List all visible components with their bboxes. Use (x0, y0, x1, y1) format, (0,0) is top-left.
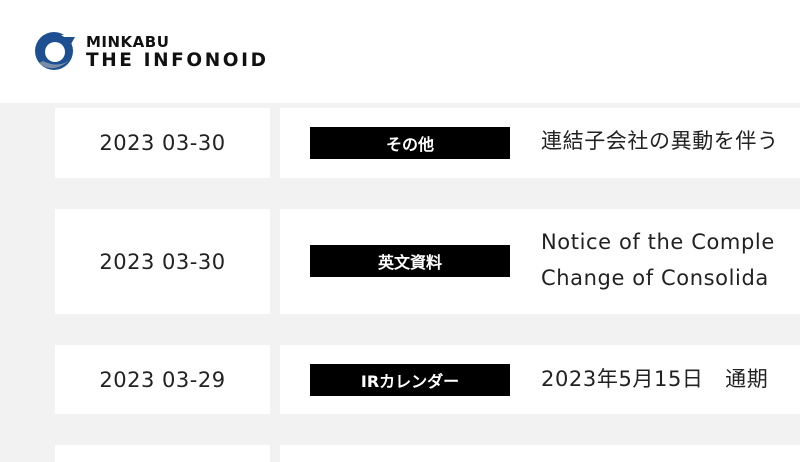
site-header: MINKABU THE INFONOID (0, 0, 800, 103)
news-title-line[interactable]: Change of Consolida (541, 260, 775, 296)
news-date: 2023 03-30 (55, 108, 270, 178)
brand-name-small: MINKABU (86, 33, 170, 51)
news-title[interactable]: Notice of the Comple Change of Consolida (541, 224, 775, 296)
category-tag: 英文資料 (310, 245, 510, 277)
news-title-line[interactable]: 2023年5月15日 通期 (541, 361, 768, 397)
news-row[interactable]: 2023 03-30 英文資料 Notice of the Comple Cha… (0, 209, 800, 314)
news-title-line[interactable]: Notice of the Comple (541, 224, 775, 260)
news-title-line[interactable]: 連結子会社の異動を伴う (541, 123, 779, 159)
category-tag: その他 (310, 127, 510, 159)
news-content[interactable]: その他 連結子会社の異動を伴う (280, 108, 800, 178)
category-tag: IRカレンダー (310, 364, 510, 396)
news-content[interactable]: 英文資料 Notice of the Comple Change of Cons… (280, 209, 800, 314)
brand-name-large[interactable]: THE INFONOID (86, 50, 269, 72)
news-content[interactable]: IRカレンダー 2023年5月15日 通期 (280, 345, 800, 414)
news-content[interactable] (280, 445, 800, 462)
news-row[interactable] (0, 445, 800, 462)
news-title[interactable]: 2023年5月15日 通期 (541, 361, 768, 397)
minkabu-logo-icon[interactable] (33, 31, 77, 71)
news-title[interactable]: 連結子会社の異動を伴う (541, 123, 779, 159)
news-row[interactable]: 2023 03-29 IRカレンダー 2023年5月15日 通期 (0, 345, 800, 414)
news-date: 2023 03-30 (55, 209, 270, 314)
news-date (55, 445, 270, 462)
news-row[interactable]: 2023 03-30 その他 連結子会社の異動を伴う (0, 108, 800, 178)
news-date: 2023 03-29 (55, 345, 270, 414)
